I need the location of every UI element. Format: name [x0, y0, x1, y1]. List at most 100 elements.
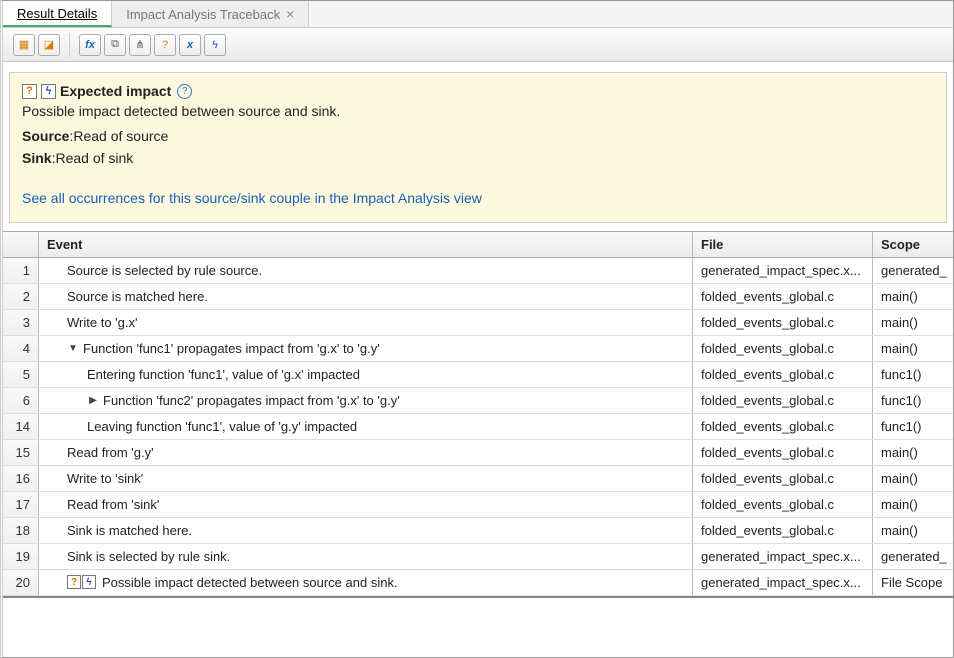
- table-row[interactable]: 2Source is matched here.folded_events_gl…: [3, 284, 953, 310]
- grid-header: Event File Scope: [3, 232, 953, 258]
- table-row[interactable]: 1 Source is selected by rule source. gener…: [3, 258, 953, 284]
- tab-label: Impact Analysis Traceback: [126, 7, 280, 22]
- row-scope: main(): [873, 310, 953, 335]
- row-number: 4: [3, 336, 39, 361]
- row-event: Source is selected by rule source.: [39, 258, 693, 283]
- event-text: Source is selected by rule source.: [67, 263, 262, 278]
- see-all-occurrences-link[interactable]: See all occurrences for this source/sink…: [22, 190, 482, 206]
- event-text: Write to 'g.x': [67, 315, 137, 330]
- impact-summary-box: ? ϟ Expected impact ? Possible impact de…: [9, 72, 947, 223]
- row-event: ▼Function 'func1' propagates impact from…: [39, 336, 693, 361]
- impact-title-row: ? ϟ Expected impact ?: [22, 83, 934, 99]
- row-event: Write to 'sink': [39, 466, 693, 491]
- toolbar-button-bolt[interactable]: ϟ: [204, 34, 226, 56]
- row-scope: func1(): [873, 388, 953, 413]
- row-file: folded_events_global.c: [693, 518, 873, 543]
- question-icon: ?: [67, 575, 81, 589]
- row-event: Source is matched here.: [39, 284, 693, 309]
- row-event: ▶Function 'func2' propagates impact from…: [39, 388, 693, 413]
- toolbar-separator: [69, 33, 70, 57]
- row-scope: File Scope: [873, 570, 953, 595]
- header-event[interactable]: Event: [39, 232, 693, 257]
- row-scope: main(): [873, 518, 953, 543]
- row-scope: generated_: [873, 258, 953, 283]
- row-file: generated_impact_spec.x...: [693, 570, 873, 595]
- header-scope[interactable]: Scope: [873, 232, 953, 257]
- toolbar-button-2[interactable]: ◪: [38, 34, 60, 56]
- chevron-down-icon[interactable]: ▼: [67, 343, 79, 354]
- event-text: Write to 'sink': [67, 471, 143, 486]
- event-text: Read from 'g.y': [67, 445, 154, 460]
- row-event: Read from 'g.y': [39, 440, 693, 465]
- event-grid: Event File Scope 1 Source is selected by …: [3, 231, 953, 598]
- toolbar-button-share[interactable]: ⋔: [129, 34, 151, 56]
- grid-body: 1 Source is selected by rule source. gener…: [3, 258, 953, 596]
- row-scope: main(): [873, 336, 953, 361]
- row-number: 3: [3, 310, 39, 335]
- impact-title: Expected impact: [60, 83, 171, 99]
- table-row[interactable]: 4▼Function 'func1' propagates impact fro…: [3, 336, 953, 362]
- table-row[interactable]: 17Read from 'sink'folded_events_global.c…: [3, 492, 953, 518]
- row-event: Leaving function 'func1', value of 'g.y'…: [39, 414, 693, 439]
- row-number: 19: [3, 544, 39, 569]
- header-num[interactable]: [3, 232, 39, 257]
- row-file: folded_events_global.c: [693, 492, 873, 517]
- toolbar-button-1[interactable]: ▦: [13, 34, 35, 56]
- row-file: generated_impact_spec.x...: [693, 258, 873, 283]
- row-file: folded_events_global.c: [693, 440, 873, 465]
- row-event: Sink is matched here.: [39, 518, 693, 543]
- header-file[interactable]: File: [693, 232, 873, 257]
- table-row[interactable]: 3 Write to 'g.x' folded_events_global.cmai…: [3, 310, 953, 336]
- chevron-right-icon[interactable]: ▶: [87, 395, 99, 406]
- bolt-icon: ϟ: [82, 575, 96, 589]
- table-row[interactable]: 16 Write to 'sink' folded_events_global.cm…: [3, 466, 953, 492]
- row-number: 17: [3, 492, 39, 517]
- row-number: 2: [3, 284, 39, 309]
- row-scope: generated_: [873, 544, 953, 569]
- close-icon[interactable]: ×: [286, 6, 294, 22]
- toolbar-button-var[interactable]: x: [179, 34, 201, 56]
- toolbar-button-help[interactable]: ?: [154, 34, 176, 56]
- table-row[interactable]: 6▶Function 'func2' propagates impact fro…: [3, 388, 953, 414]
- row-number: 5: [3, 362, 39, 387]
- row-file: folded_events_global.c: [693, 466, 873, 491]
- row-event: ?ϟ Possible impact detected between sourc…: [39, 570, 693, 595]
- row-file: generated_impact_spec.x...: [693, 544, 873, 569]
- row-scope: main(): [873, 284, 953, 309]
- table-row[interactable]: 14Leaving function 'func1', value of 'g.…: [3, 414, 953, 440]
- help-icon[interactable]: ?: [177, 84, 192, 99]
- source-label: Source: [22, 128, 69, 144]
- row-number: 6: [3, 388, 39, 413]
- event-text: Possible impact detected between source …: [102, 575, 398, 590]
- row-number: 1: [3, 258, 39, 283]
- row-file: folded_events_global.c: [693, 362, 873, 387]
- row-file: folded_events_global.c: [693, 310, 873, 335]
- impact-panel-wrap: ? ϟ Expected impact ? Possible impact de…: [3, 62, 953, 231]
- row-scope: func1(): [873, 414, 953, 439]
- row-number: 16: [3, 466, 39, 491]
- event-text: Sink is matched here.: [67, 523, 192, 538]
- table-row[interactable]: 15 Read from 'g.y' folded_events_global.cm…: [3, 440, 953, 466]
- tab-bar: Result Details Impact Analysis Traceback…: [3, 1, 953, 28]
- toolbar-button-copy[interactable]: ⧉: [104, 34, 126, 56]
- question-icon: ?: [22, 84, 37, 99]
- toolbar: ▦ ◪ fx ⧉ ⋔ ? x ϟ: [3, 28, 953, 62]
- sink-value: :Read of sink: [52, 150, 134, 166]
- event-text: Entering function 'func1', value of 'g.x…: [87, 367, 360, 382]
- row-event: Sink is selected by rule sink.: [39, 544, 693, 569]
- row-scope: main(): [873, 440, 953, 465]
- toolbar-button-fx[interactable]: fx: [79, 34, 101, 56]
- impact-icons: ?ϟ: [67, 575, 96, 589]
- table-row[interactable]: 18Sink is matched here.folded_events_glo…: [3, 518, 953, 544]
- table-row[interactable]: 20?ϟPossible impact detected between sou…: [3, 570, 953, 596]
- row-number: 15: [3, 440, 39, 465]
- bolt-icon: ϟ: [41, 84, 56, 99]
- row-event: Write to 'g.x': [39, 310, 693, 335]
- table-row[interactable]: 5 Entering function 'func1', value of 'g.…: [3, 362, 953, 388]
- tab-result-details[interactable]: Result Details: [3, 1, 112, 27]
- tab-impact-traceback[interactable]: Impact Analysis Traceback ×: [112, 1, 309, 27]
- row-scope: main(): [873, 466, 953, 491]
- event-text: Source is matched here.: [67, 289, 208, 304]
- event-text: Leaving function 'func1', value of 'g.y'…: [87, 419, 357, 434]
- table-row[interactable]: 19Sink is selected by rule sink.generate…: [3, 544, 953, 570]
